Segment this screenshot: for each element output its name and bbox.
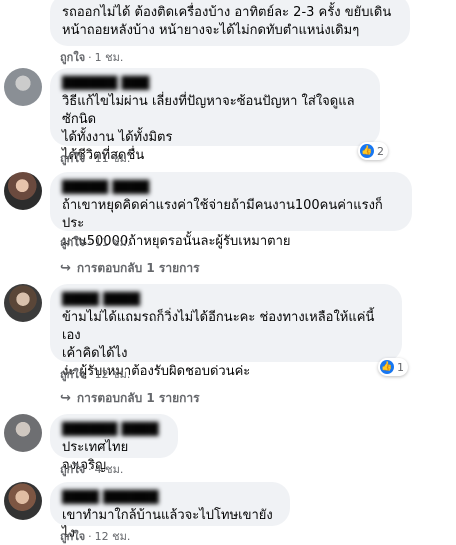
- timestamp[interactable]: 11 ชม.: [95, 236, 131, 249]
- comment-meta: ถูกใจ · 11 ชม.: [60, 152, 131, 165]
- avatar[interactable]: [4, 482, 42, 520]
- author-name-blurred[interactable]: ██████ ███: [62, 76, 368, 91]
- timestamp[interactable]: 1 ชม.: [95, 51, 124, 64]
- author-name-blurred[interactable]: ████ ████: [62, 292, 390, 307]
- author-name-blurred[interactable]: █████ ████: [62, 180, 400, 195]
- author-name-blurred[interactable]: ████ ██████: [62, 490, 278, 505]
- like-link[interactable]: ถูกใจ: [60, 51, 85, 64]
- comment-text: รถออกไม่ได้ ต้องติดเครื่องบ้าง อาทิตย์ละ…: [62, 5, 392, 38]
- timestamp[interactable]: 12 ชม.: [95, 530, 131, 543]
- avatar[interactable]: [4, 68, 42, 106]
- comment-bubble: รถออกไม่ได้ ต้องติดเครื่องบ้าง อาทิตย์ละ…: [50, 0, 410, 46]
- view-replies-link[interactable]: ↪ การตอบกลับ 1 รายการ: [60, 390, 200, 406]
- comment-bubble: ██████ ███ วิธีแก้ไขไม่ผ่าน เลี่ยงที่ปัญ…: [50, 68, 380, 163]
- timestamp[interactable]: 4 ชม.: [95, 463, 124, 476]
- avatar[interactable]: [4, 284, 42, 322]
- like-link[interactable]: ถูกใจ: [60, 152, 85, 165]
- timestamp[interactable]: 11 ชม.: [95, 152, 131, 165]
- timestamp[interactable]: 12 ชม.: [95, 368, 131, 381]
- reply-arrow-icon: ↪: [60, 390, 71, 406]
- thumbs-up-icon: 👍: [380, 360, 394, 374]
- like-link[interactable]: ถูกใจ: [60, 463, 85, 476]
- view-replies-link[interactable]: ↪ การตอบกลับ 1 รายการ: [60, 260, 200, 276]
- comment-bubble: █████ ████ ถ้าเขาหยุดคิดค่าแรงค่าใช้จ่าย…: [50, 172, 412, 249]
- thumbs-up-icon: 👍: [360, 144, 374, 158]
- reply-arrow-icon: ↪: [60, 260, 71, 276]
- avatar[interactable]: [4, 414, 42, 452]
- comment-bubble: ████ ██████ เขาทำมาใกล้บ้านแล้วจะไปโทษเข…: [50, 482, 290, 541]
- comment-meta: ถูกใจ · 4 ชม.: [60, 463, 124, 476]
- comment-meta: ถูกใจ · 11 ชม.: [60, 236, 131, 249]
- comment-meta: ถูกใจ · 12 ชม.: [60, 368, 131, 381]
- like-link[interactable]: ถูกใจ: [60, 236, 85, 249]
- like-link[interactable]: ถูกใจ: [60, 368, 85, 381]
- like-link[interactable]: ถูกใจ: [60, 530, 85, 543]
- comment-meta: ถูกใจ · 12 ชม.: [60, 530, 131, 543]
- reaction-count[interactable]: 👍 2: [358, 142, 388, 160]
- avatar[interactable]: [4, 172, 42, 210]
- comment-bubble: ██████ ████ ประเทศไทยจงเจริญ: [50, 414, 178, 473]
- reaction-count[interactable]: 👍 1: [378, 358, 408, 376]
- comment-meta: ถูกใจ · 1 ชม.: [60, 51, 124, 64]
- comment-bubble: ████ ████ ข้ามไม่ได้แถมรถก็วิ่งไม่ได้อีก…: [50, 284, 402, 379]
- author-name-blurred[interactable]: ██████ ████: [62, 422, 166, 437]
